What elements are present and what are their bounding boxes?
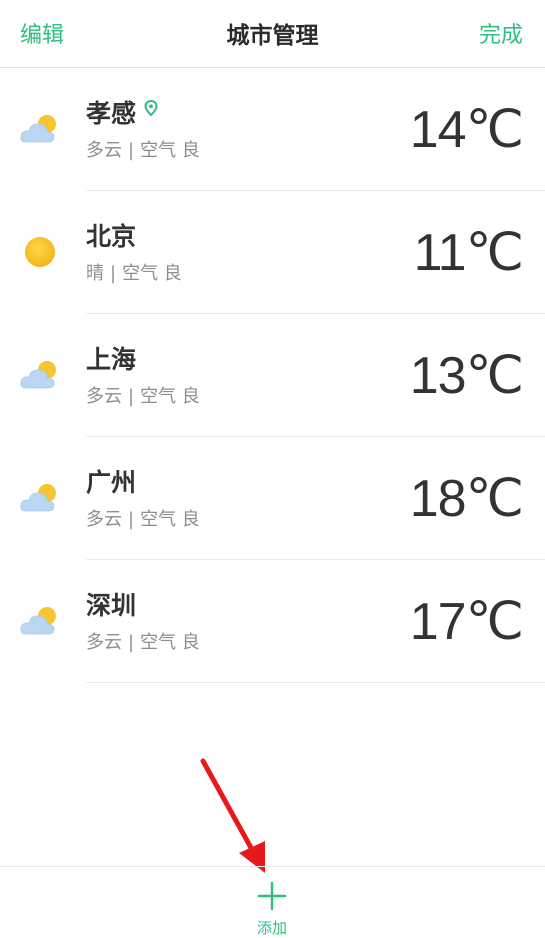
city-list: 孝感 多云 | 空气 良 14℃ 北京 晴 | 空气 良 11℃ 上海 多云 |… <box>0 68 545 683</box>
partly-cloudy-icon <box>20 115 56 143</box>
sunny-icon <box>25 237 55 267</box>
weather-summary: 多云 | 空气 良 <box>86 509 200 530</box>
plus-icon <box>258 882 286 910</box>
weather-summary: 晴 | 空气 良 <box>86 263 182 284</box>
city-row-shenzhen[interactable]: 深圳 多云 | 空气 良 17℃ <box>0 560 545 683</box>
city-row-shanghai[interactable]: 上海 多云 | 空气 良 13℃ <box>0 314 545 437</box>
partly-cloudy-icon <box>20 607 56 635</box>
top-bar: 编辑 城市管理 完成 <box>0 0 545 68</box>
location-pin-icon <box>144 100 158 116</box>
city-row-guangzhou[interactable]: 广州 多云 | 空气 良 18℃ <box>0 437 545 560</box>
partly-cloudy-icon <box>20 484 56 512</box>
city-name: 孝感 <box>86 94 158 130</box>
partly-cloudy-icon <box>20 361 56 389</box>
temperature: 14℃ <box>409 101 524 159</box>
temperature: 13℃ <box>409 347 524 405</box>
weather-summary: 多云 | 空气 良 <box>86 632 200 653</box>
city-name: 深圳 <box>86 591 137 620</box>
bottom-bar: 添加 <box>0 866 545 938</box>
temperature: 18℃ <box>409 470 524 528</box>
temperature: 11℃ <box>413 224 524 282</box>
page-title: 城市管理 <box>226 23 319 49</box>
weather-summary: 多云 | 空气 良 <box>86 140 200 161</box>
add-label: 添加 <box>256 919 287 937</box>
city-name: 上海 <box>86 345 137 374</box>
add-city-button[interactable]: 添加 <box>242 873 302 937</box>
weather-summary: 多云 | 空气 良 <box>86 386 200 407</box>
done-button[interactable]: 完成 <box>479 17 523 49</box>
annotation-arrow <box>200 758 265 873</box>
city-name: 广州 <box>86 468 137 497</box>
temperature: 17℃ <box>409 593 524 651</box>
city-name: 北京 <box>86 222 137 251</box>
divider <box>86 682 545 683</box>
city-management-screen: 编辑 城市管理 完成 孝感 多云 | 空气 良 14℃ 北京 晴 | 空气 良 … <box>0 0 545 938</box>
city-row-beijing[interactable]: 北京 晴 | 空气 良 11℃ <box>0 191 545 314</box>
city-row-xiaogan[interactable]: 孝感 多云 | 空气 良 14℃ <box>0 68 545 191</box>
